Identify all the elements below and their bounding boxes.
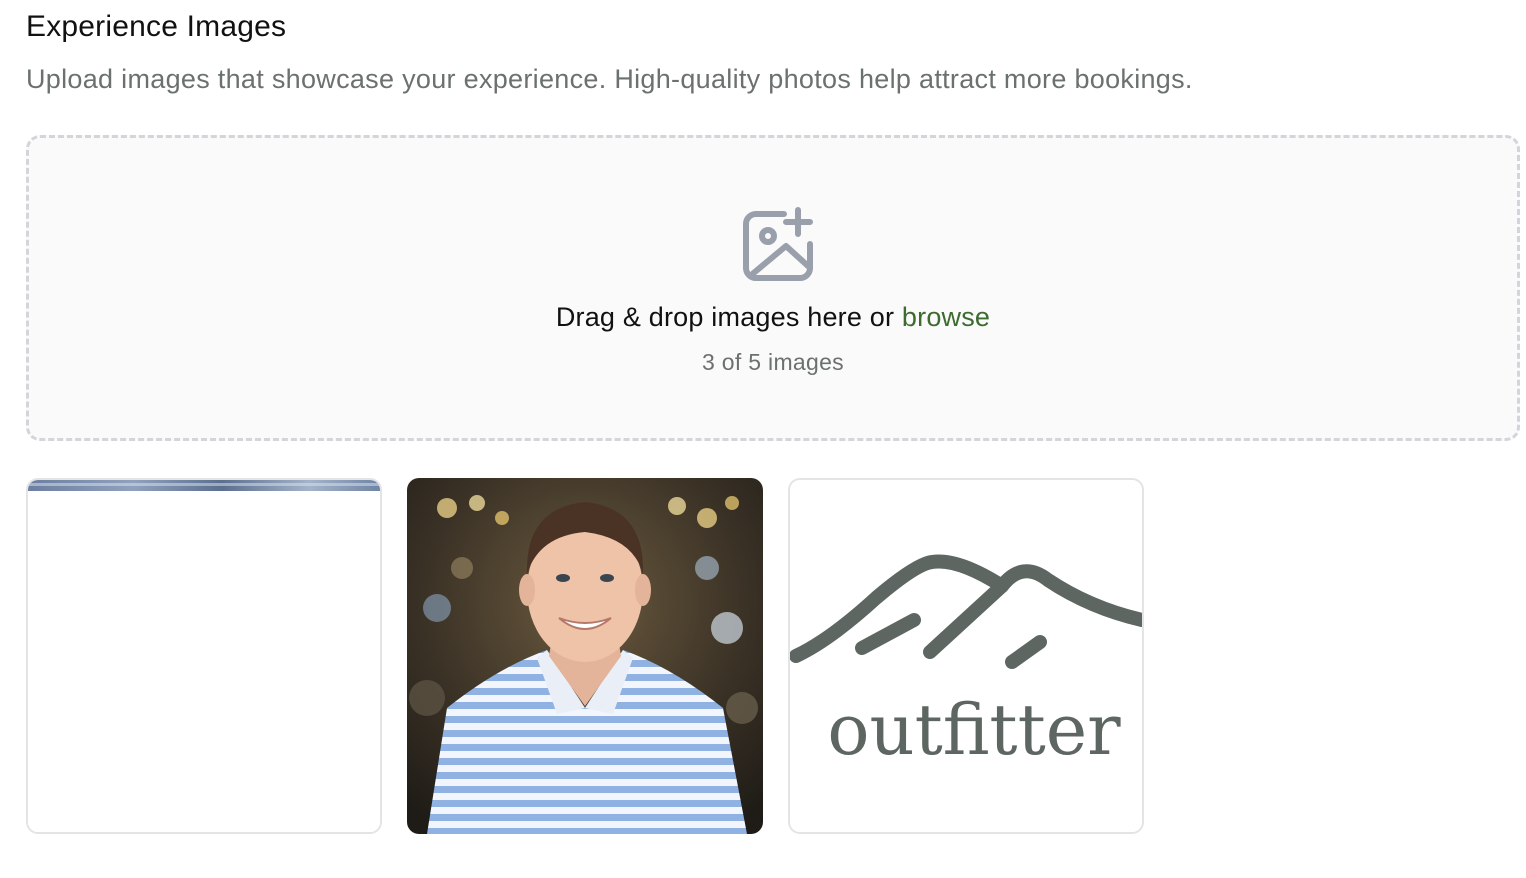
outfitter-logo-image: outfitter bbox=[790, 480, 1142, 832]
image-count: 3 of 5 images bbox=[702, 349, 844, 375]
browse-link[interactable]: browse bbox=[902, 302, 990, 332]
dropzone-instruction: Drag & drop images here or browse bbox=[29, 302, 1517, 333]
section-title: Experience Images bbox=[26, 10, 287, 43]
section-subtitle: Upload images that showcase your experie… bbox=[26, 64, 1193, 94]
portrait-photo bbox=[407, 478, 763, 834]
dropzone-text: Drag & drop images here or bbox=[555, 302, 902, 332]
image-plus-icon bbox=[743, 207, 813, 281]
image-thumbnail-1[interactable] bbox=[26, 478, 382, 834]
image-thumbnail-2[interactable] bbox=[407, 478, 763, 834]
image-thumbnail-3[interactable]: outfitter bbox=[788, 478, 1144, 834]
image-dropzone[interactable]: Drag & drop images here or browse 3 of 5… bbox=[26, 135, 1520, 441]
mountain-landscape-image bbox=[28, 480, 380, 832]
outfitter-logo-text: outfitter bbox=[827, 689, 1121, 771]
experience-images-section: Experience Images Upload images that sho… bbox=[0, 0, 1526, 878]
